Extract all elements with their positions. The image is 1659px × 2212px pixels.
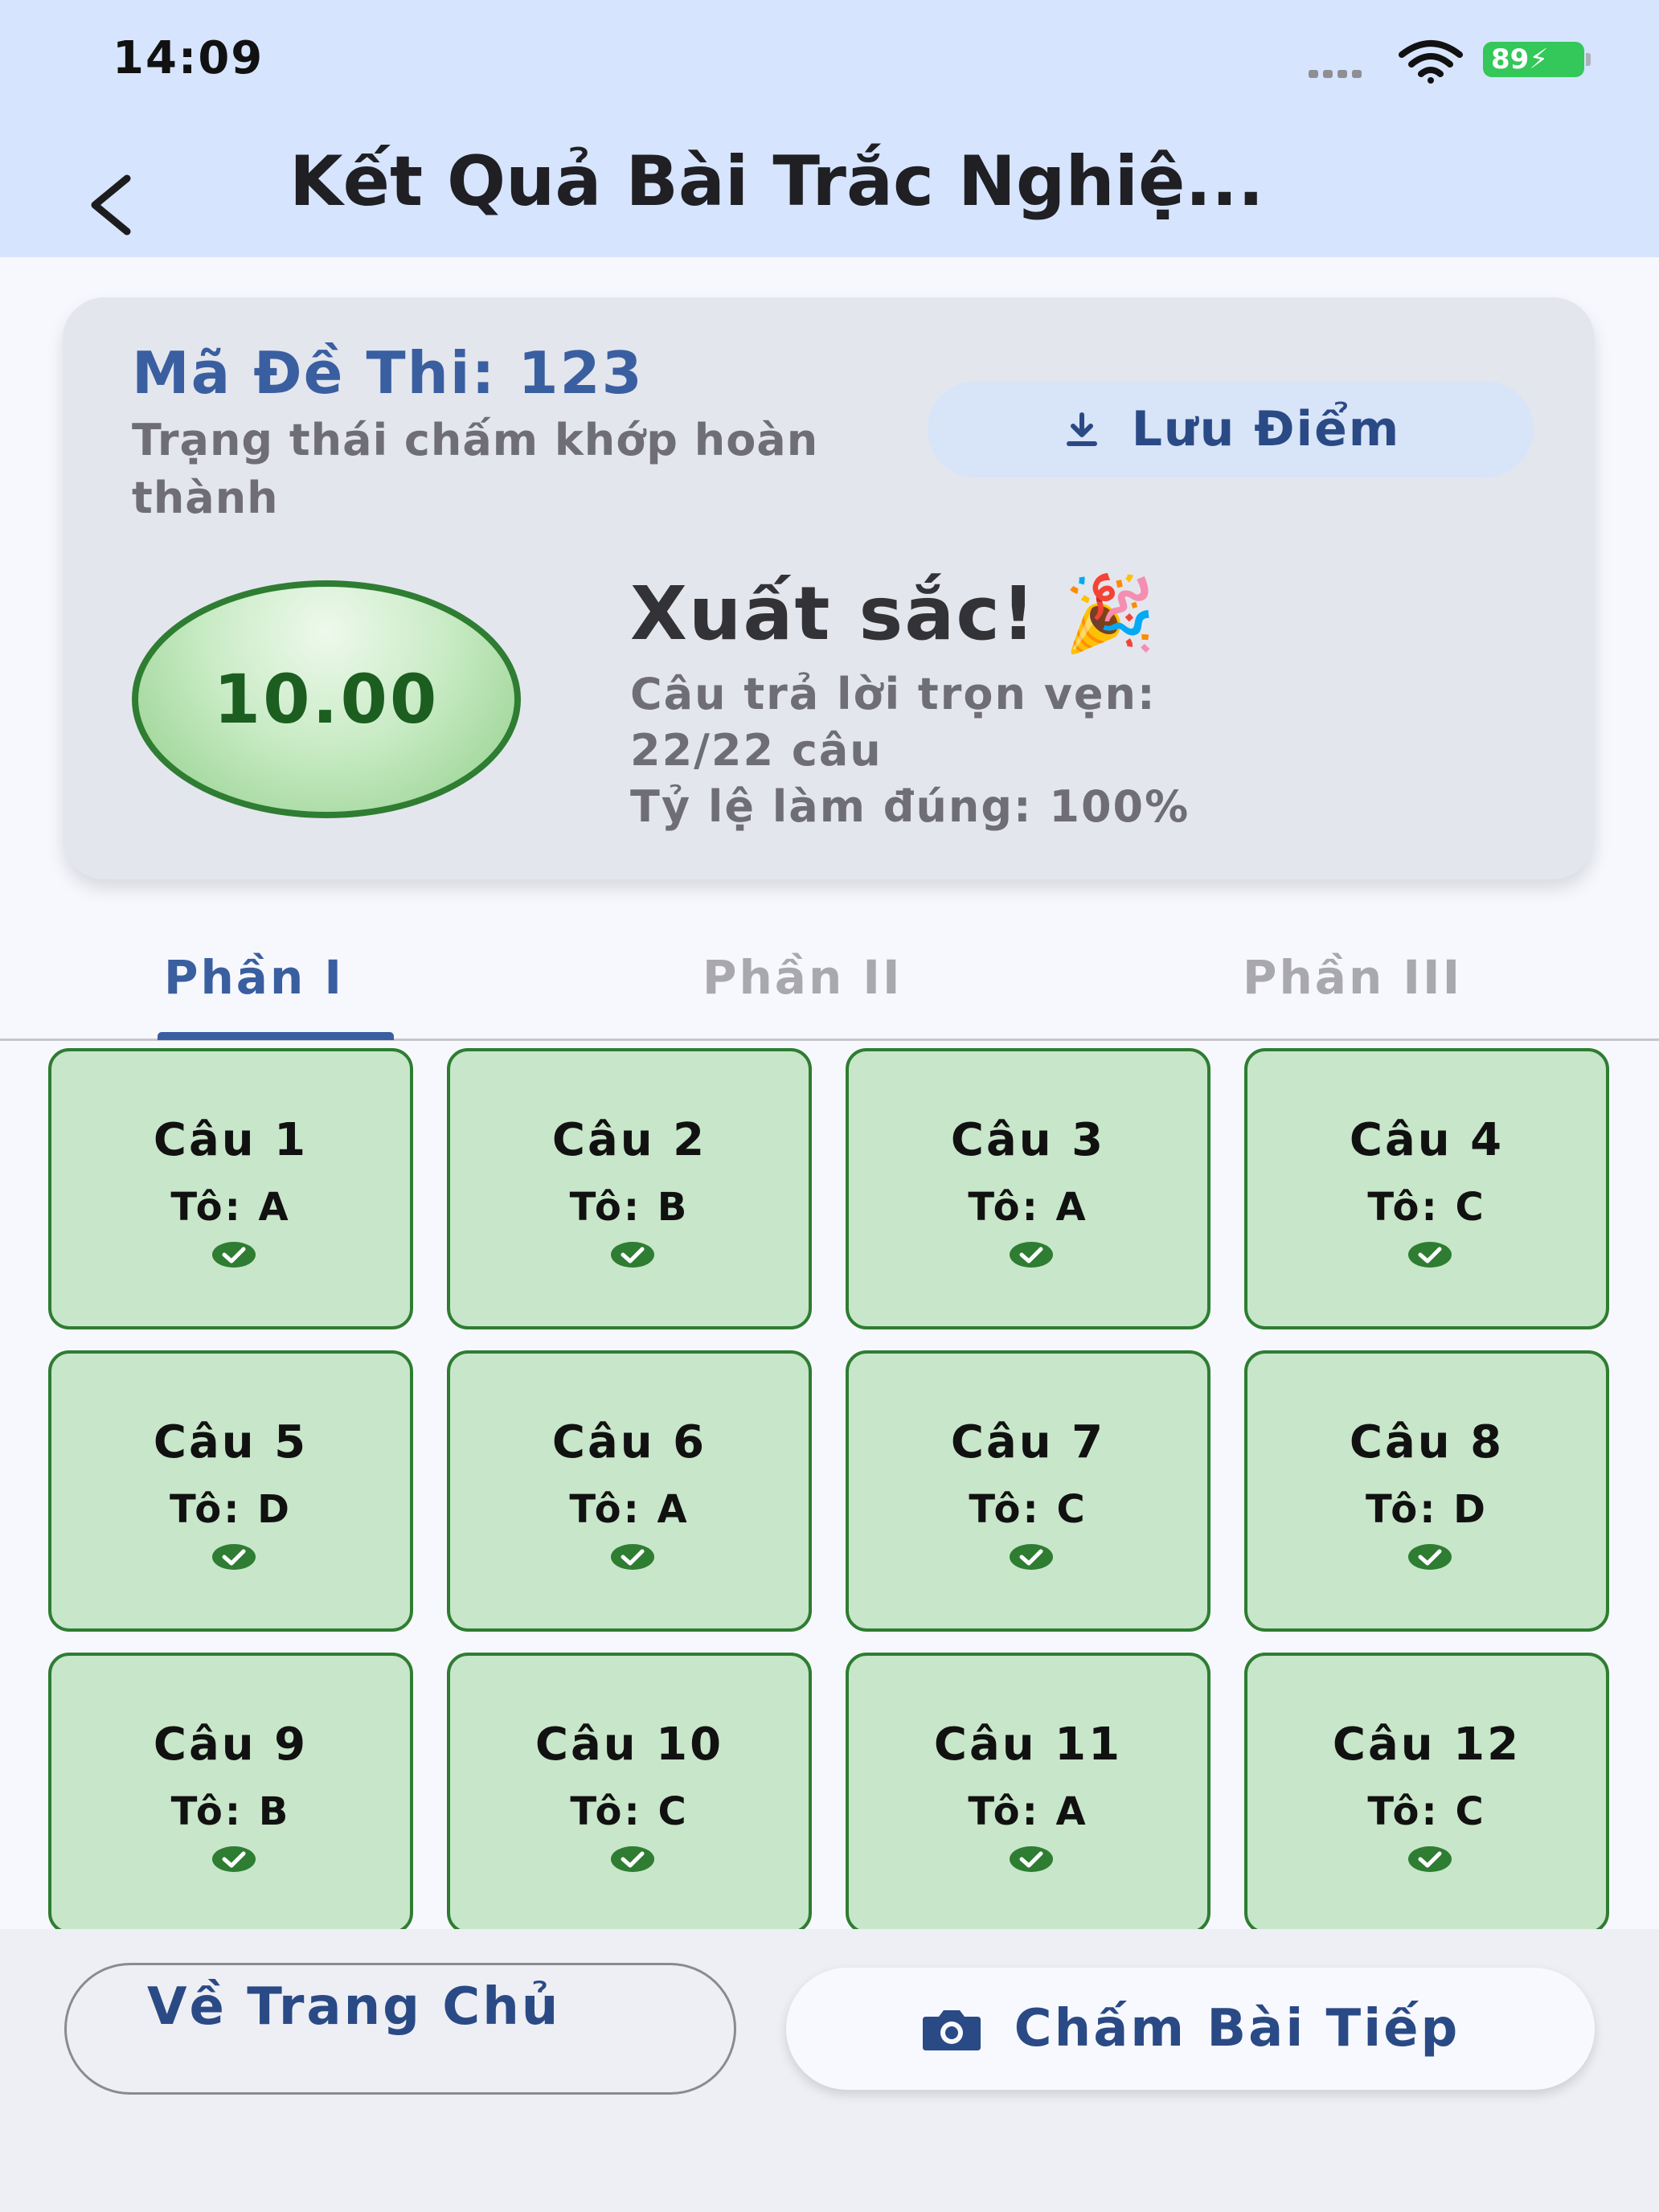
tab-part-3[interactable]: Phần III (1243, 950, 1462, 1005)
question-number: Câu 12 (1332, 1718, 1522, 1771)
check-circle-icon (1408, 1846, 1452, 1872)
question-number: Câu 1 (153, 1114, 309, 1166)
status-time: 14:09 (113, 32, 264, 84)
answer-cell[interactable]: Câu 10 Tô: C (447, 1653, 812, 1929)
marked-answer: Tô: C (1367, 1789, 1486, 1834)
answer-cell[interactable]: Câu 2 Tô: B (447, 1048, 812, 1329)
status-bar: 14:09 89⚡ (0, 0, 1659, 113)
active-tab-indicator (158, 1032, 394, 1040)
battery-tip (1586, 53, 1591, 66)
bottom-action-bar: Về Trang Chủ Chấm Bài Tiếp (0, 1929, 1659, 2212)
answer-cell[interactable]: Câu 5 Tô: D (48, 1350, 413, 1632)
accuracy-rate: Tỷ lệ làm đúng: 100% (630, 781, 1190, 832)
answer-cell[interactable]: Câu 4 Tô: C (1244, 1048, 1609, 1329)
marked-answer: Tô: C (1367, 1185, 1486, 1230)
complete-answers-value: 22/22 câu (630, 725, 883, 776)
nav-bar: Kết Quả Bài Trắc Nghiệ... (0, 113, 1659, 257)
grading-status: Trạng thái chấm khớp hoàn thành (132, 415, 819, 523)
question-number: Câu 2 (551, 1114, 707, 1166)
question-number: Câu 4 (1349, 1114, 1505, 1166)
grade-next-label: Chấm Bài Tiếp (1014, 1999, 1460, 2058)
check-circle-icon (1010, 1242, 1053, 1268)
question-number: Câu 10 (535, 1718, 724, 1771)
question-number: Câu 9 (153, 1718, 309, 1771)
answer-cell[interactable]: Câu 3 Tô: A (846, 1048, 1210, 1329)
marked-answer: Tô: A (569, 1487, 690, 1532)
tab-part-2[interactable]: Phần II (703, 950, 903, 1005)
answer-cell[interactable]: Câu 1 Tô: A (48, 1048, 413, 1329)
save-score-button[interactable]: Lưu Điểm (928, 381, 1534, 477)
save-score-label: Lưu Điểm (1131, 401, 1401, 457)
check-circle-icon (212, 1242, 256, 1268)
answer-cell[interactable]: Câu 11 Tô: A (846, 1653, 1210, 1929)
marked-answer: Tô: B (170, 1789, 291, 1834)
marked-answer: Tô: D (1366, 1487, 1488, 1532)
camera-icon (922, 2010, 981, 2050)
marked-answer: Tô: A (968, 1789, 1088, 1834)
check-circle-icon (1408, 1544, 1452, 1570)
marked-answer: Tô: A (170, 1185, 291, 1230)
exam-code: Mã Đề Thi: 123 (132, 339, 644, 407)
complete-answers-label: Câu trả lời trọn vẹn: (630, 669, 1157, 719)
battery-indicator: 89⚡ (1483, 42, 1584, 77)
marked-answer: Tô: B (569, 1185, 690, 1230)
verdict-label: Xuất sắc! 🎉 (630, 571, 1158, 657)
score-badge: 10.00 (132, 580, 521, 818)
marked-answer: Tô: C (570, 1789, 689, 1834)
check-circle-icon (611, 1544, 654, 1570)
check-circle-icon (611, 1846, 654, 1872)
marked-answer: Tô: C (969, 1487, 1088, 1532)
answer-cell[interactable]: Câu 12 Tô: C (1244, 1653, 1609, 1929)
cellular-signal-icon (1309, 66, 1366, 81)
grade-next-button[interactable]: Chấm Bài Tiếp (786, 1968, 1595, 2090)
answer-grid: Câu 1 Tô: A Câu 2 Tô: B Câu 3 Tô: A Câu … (0, 1041, 1659, 1929)
check-circle-icon (212, 1846, 256, 1872)
battery-level: 89 (1491, 43, 1530, 76)
question-number: Câu 11 (933, 1718, 1123, 1771)
answer-cell[interactable]: Câu 6 Tô: A (447, 1350, 812, 1632)
answer-cell[interactable]: Câu 8 Tô: D (1244, 1350, 1609, 1632)
question-number: Câu 7 (950, 1416, 1106, 1469)
home-button[interactable]: Về Trang Chủ (64, 1963, 736, 2095)
wifi-icon (1399, 40, 1463, 84)
score-value: 10.00 (213, 660, 440, 739)
answer-cell[interactable]: Câu 9 Tô: B (48, 1653, 413, 1929)
check-circle-icon (212, 1544, 256, 1570)
check-circle-icon (1010, 1846, 1053, 1872)
result-summary-card: Mã Đề Thi: 123 Trạng thái chấm khớp hoàn… (63, 297, 1595, 879)
answer-cell[interactable]: Câu 7 Tô: C (846, 1350, 1210, 1632)
marked-answer: Tô: A (968, 1185, 1088, 1230)
question-number: Câu 5 (153, 1416, 309, 1469)
question-number: Câu 3 (950, 1114, 1106, 1166)
check-circle-icon (1010, 1544, 1053, 1570)
chevron-left-icon[interactable] (77, 161, 150, 249)
check-circle-icon (611, 1242, 654, 1268)
tab-part-1[interactable]: Phần I (164, 950, 344, 1005)
home-button-label: Về Trang Chủ (147, 1977, 561, 2037)
page-title: Kết Quả Bài Trắc Nghiệ... (289, 141, 1264, 222)
question-number: Câu 6 (551, 1416, 707, 1469)
check-circle-icon (1408, 1242, 1452, 1268)
download-icon (1066, 412, 1097, 446)
question-number: Câu 8 (1349, 1416, 1505, 1469)
section-tabs: Phần I Phần II Phần III (0, 916, 1659, 1041)
marked-answer: Tô: D (170, 1487, 292, 1532)
